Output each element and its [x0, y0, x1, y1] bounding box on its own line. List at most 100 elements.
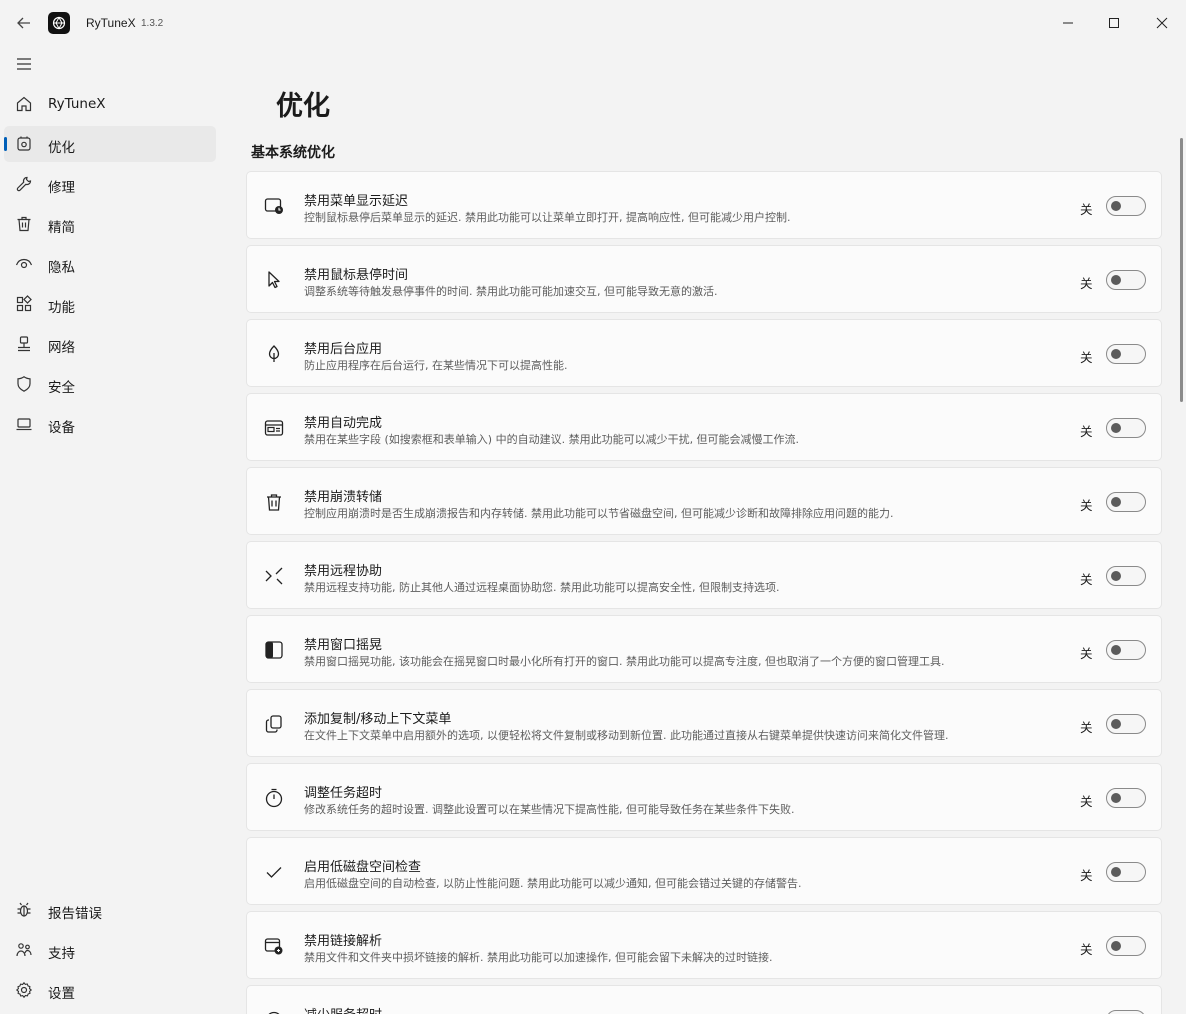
wrench-icon — [16, 176, 32, 192]
timer-icon — [265, 788, 283, 808]
app-title: RyTuneX — [86, 16, 136, 30]
toggle-state-label: 关 — [1080, 572, 1093, 587]
toggle-state-label: 关 — [1080, 646, 1093, 661]
toggle-switch[interactable] — [1106, 640, 1146, 660]
setting-title: 禁用崩溃转储 — [304, 490, 383, 505]
nav-optimize[interactable]: 优化 — [4, 126, 216, 162]
leaf-icon — [268, 345, 280, 362]
remote-icon — [265, 567, 283, 585]
toggle-knob — [1111, 719, 1121, 729]
optimize-icon — [17, 136, 31, 151]
setting-title: 禁用远程协助 — [304, 564, 383, 579]
setting-title: 禁用自动完成 — [304, 416, 383, 431]
gear-icon — [15, 981, 33, 999]
toggle-knob — [1111, 867, 1121, 877]
toggle-knob — [1111, 275, 1121, 285]
page-title: 优化 — [276, 91, 330, 122]
setting-description: 禁用远程支持功能, 防止其他人通过远程桌面协助您. 禁用此功能可以提高安全性, … — [304, 581, 780, 594]
nav-support[interactable]: 支持 — [4, 932, 216, 968]
toggle-knob — [1111, 201, 1121, 211]
toggle-switch[interactable] — [1106, 714, 1146, 734]
setting-card: 禁用窗口摇晃 禁用窗口摇晃功能, 该功能会在摇晃窗口时最小化所有打开的窗口. 禁… — [246, 615, 1162, 683]
nav-privacy[interactable]: 隐私 — [4, 246, 216, 282]
nav-network[interactable]: 网络 — [4, 326, 216, 362]
nav-label-home: RyTuneX — [48, 96, 106, 112]
toggle-state-label: 关 — [1080, 720, 1093, 735]
toggle-state-label: 关 — [1080, 498, 1093, 513]
nav-security[interactable]: 安全 — [4, 366, 216, 402]
nav-debloat[interactable]: 精简 — [4, 206, 216, 242]
setting-description: 在文件上下文菜单中启用额外的选项, 以便轻松将文件复制或移动到新位置. 此功能通… — [304, 729, 949, 742]
nav-report-bug[interactable]: 报告错误 — [4, 892, 216, 928]
toggle-knob — [1111, 571, 1121, 581]
sidebar-footer: 报告错误 支持 设置 — [4, 892, 216, 1012]
close-button[interactable] — [1139, 0, 1185, 46]
home-icon — [16, 96, 32, 112]
setting-card: 禁用菜单显示延迟 控制鼠标悬停后菜单显示的延迟. 禁用此功能可以让菜单立即打开,… — [246, 171, 1162, 239]
apps-icon — [16, 295, 32, 312]
toggle-switch[interactable] — [1106, 270, 1146, 290]
nav-features[interactable]: 功能 — [4, 286, 216, 322]
setting-card: 添加复制/移动上下文菜单 在文件上下文菜单中启用额外的选项, 以便轻松将文件复制… — [246, 689, 1162, 757]
toggle-knob — [1111, 423, 1121, 433]
setting-card: 禁用崩溃转储 控制应用崩溃时是否生成崩溃报告和内存转储. 禁用此功能可以节省磁盘… — [246, 467, 1162, 535]
setting-description: 调整系统等待触发悬停事件的时间. 禁用此功能可能加速交互, 但可能导致无意的激活… — [304, 285, 718, 298]
setting-description: 控制鼠标悬停后菜单显示的延迟. 禁用此功能可以让菜单立即打开, 提高响应性, 但… — [304, 211, 791, 224]
toggle-knob — [1111, 497, 1121, 507]
toggle-knob — [1111, 349, 1121, 359]
app-logo — [48, 12, 70, 34]
settings-list: 禁用菜单显示延迟 控制鼠标悬停后菜单显示的延迟. 禁用此功能可以让菜单立即打开,… — [246, 171, 1162, 1014]
toggle-switch[interactable] — [1106, 862, 1146, 882]
window-shake-icon — [265, 641, 283, 659]
toggle-switch[interactable] — [1106, 1010, 1146, 1014]
minimize-button[interactable] — [1045, 0, 1091, 46]
setting-description: 修改系统任务的超时设置. 调整此设置可以在某些情况下提高性能, 但可能导致任务在… — [304, 803, 795, 816]
nav-device[interactable]: 设备 — [4, 406, 216, 442]
app-version: 1.3.2 — [141, 18, 164, 29]
cursor-icon — [268, 271, 280, 289]
toggle-state-label: 关 — [1080, 202, 1093, 217]
setting-title: 禁用后台应用 — [304, 342, 383, 357]
network-icon — [18, 336, 30, 352]
toggle-switch[interactable] — [1106, 196, 1146, 216]
nav-label-features: 功能 — [48, 300, 75, 316]
toggle-state-label: 关 — [1080, 350, 1093, 365]
nav-home[interactable]: RyTuneX — [4, 86, 216, 122]
autocomplete-icon — [264, 420, 284, 436]
toggle-switch[interactable] — [1106, 344, 1146, 364]
setting-title: 禁用窗口摇晃 — [304, 638, 383, 653]
maximize-button[interactable] — [1091, 0, 1137, 46]
toggle-state-label: 关 — [1080, 868, 1093, 883]
setting-description: 启用低磁盘空间的自动检查, 以防止性能问题. 禁用此功能可以减少通知, 但可能会… — [304, 877, 802, 890]
nav-settings[interactable]: 设置 — [4, 972, 216, 1008]
setting-card: 禁用后台应用 防止应用程序在后台运行, 在某些情况下可以提高性能. 关 — [246, 319, 1162, 387]
toggle-switch[interactable] — [1106, 418, 1146, 438]
logo-icon — [52, 16, 66, 30]
toggle-switch[interactable] — [1106, 492, 1146, 512]
nav-label-security: 安全 — [48, 380, 75, 396]
toggle-knob — [1111, 793, 1121, 803]
menu-toggle-button[interactable] — [10, 50, 38, 78]
setting-card: 禁用自动完成 禁用在某些字段 (如搜索框和表单输入) 中的自动建议. 禁用此功能… — [246, 393, 1162, 461]
nav-label-privacy: 隐私 — [48, 260, 75, 276]
nav-repair[interactable]: 修理 — [4, 166, 216, 202]
setting-card: 启用低磁盘空间检查 启用低磁盘空间的自动检查, 以防止性能问题. 禁用此功能可以… — [246, 837, 1162, 905]
setting-title: 减少服务超时 — [304, 1004, 382, 1014]
toggle-switch[interactable] — [1106, 936, 1146, 956]
minimize-icon — [1063, 22, 1073, 24]
laptop-icon — [16, 418, 32, 431]
setting-title: 添加复制/移动上下文菜单 — [304, 712, 452, 727]
nav-label-optimize: 优化 — [48, 140, 75, 156]
sidebar-nav: RyTuneX 优化 修理 精简 隐私 功能 网络 安全 设备 — [4, 86, 216, 446]
scrollbar[interactable] — [1180, 138, 1183, 402]
setting-card: 减少服务超时 关 — [246, 985, 1162, 1014]
title-bar: RyTuneX 1.3.2 — [0, 0, 1186, 46]
back-button[interactable] — [10, 10, 38, 36]
toggle-switch[interactable] — [1106, 566, 1146, 586]
nav-label-network: 网络 — [48, 340, 75, 356]
support-icon — [16, 943, 32, 957]
toggle-switch[interactable] — [1106, 788, 1146, 808]
setting-card: 禁用鼠标悬停时间 调整系统等待触发悬停事件的时间. 禁用此功能可能加速交互, 但… — [246, 245, 1162, 313]
section-title: 基本系统优化 — [251, 145, 335, 161]
setting-card: 调整任务超时 修改系统任务的超时设置. 调整此设置可以在某些情况下提高性能, 但… — [246, 763, 1162, 831]
